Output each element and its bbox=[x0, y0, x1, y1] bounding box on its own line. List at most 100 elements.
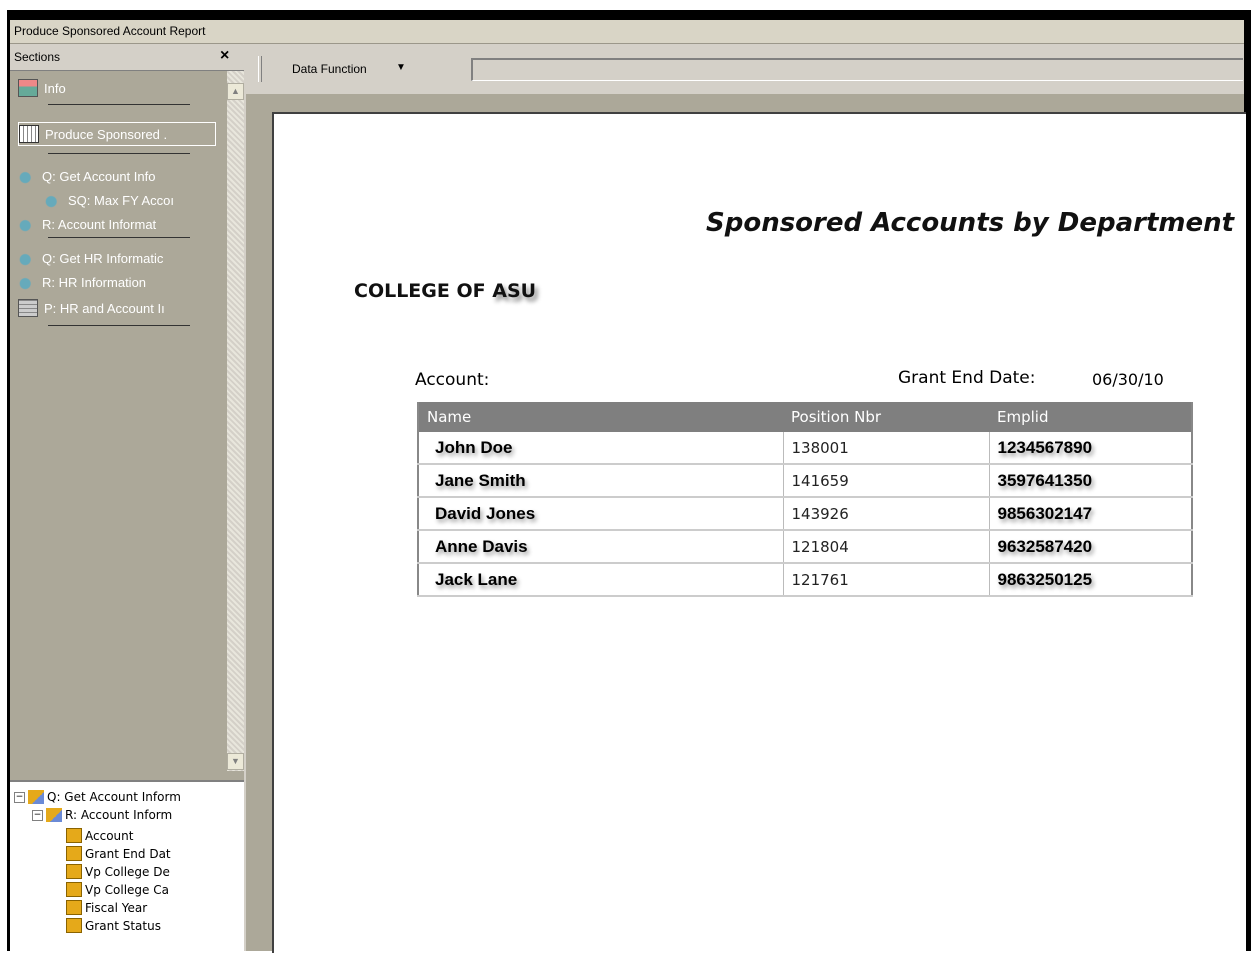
collapse-icon[interactable]: − bbox=[14, 791, 25, 803]
cell-emplid: 3597641350 bbox=[988, 464, 1192, 498]
section-item-get-account-info[interactable]: Q: Get Account Info bbox=[18, 165, 223, 187]
section-item-max-fy[interactable]: SQ: Max FY Accoı bbox=[44, 189, 224, 211]
section-item-info[interactable]: Info bbox=[18, 77, 223, 99]
data-function-input[interactable] bbox=[471, 58, 1243, 81]
column-header-name: Name bbox=[418, 402, 783, 432]
section-item-label: SQ: Max FY Accoı bbox=[68, 192, 174, 208]
section-item-label: R: HR Information bbox=[42, 274, 147, 290]
divider bbox=[48, 104, 190, 105]
column-icon bbox=[66, 882, 82, 897]
column-header-emplid: Emplid bbox=[989, 402, 1192, 432]
column-icon bbox=[66, 918, 82, 933]
section-item-label: Q: Get Account Info bbox=[42, 168, 156, 184]
tree-item-label: Grant End Dat bbox=[85, 846, 171, 861]
column-icon bbox=[66, 864, 82, 879]
subquery-icon bbox=[44, 192, 62, 208]
sections-panel: Sections × Info Produce Sponsored . Q: G… bbox=[10, 44, 246, 953]
tree-item-label: Q: Get Account Inform bbox=[47, 790, 181, 804]
report-title: Sponsored Accounts by Department bbox=[706, 208, 1235, 238]
sections-header: Sections × bbox=[10, 44, 244, 71]
cell-position: 143926 bbox=[782, 497, 989, 531]
table-row: Jane Smith 141659 3597641350 bbox=[418, 464, 1192, 498]
query-icon bbox=[18, 250, 36, 266]
cell-name: Jane Smith bbox=[418, 464, 783, 498]
info-icon bbox=[18, 79, 38, 97]
table-row: Jack Lane 121761 9863250125 bbox=[418, 563, 1192, 597]
sections-header-label: Sections bbox=[14, 50, 61, 64]
cell-position: 121761 bbox=[782, 563, 989, 597]
college-label: COLLEGE OF bbox=[354, 280, 486, 302]
section-item-label: R: Account Informat bbox=[42, 216, 157, 232]
report-icon bbox=[19, 125, 39, 143]
college-heading: COLLEGE OF ASU bbox=[354, 280, 536, 302]
cell-emplid: 9632587420 bbox=[988, 530, 1192, 564]
results-icon bbox=[18, 216, 36, 232]
report-canvas: Sponsored Accounts by Department COLLEGE… bbox=[246, 94, 1246, 953]
cell-position: 141659 bbox=[782, 464, 989, 498]
report-page: Sponsored Accounts by Department COLLEGE… bbox=[272, 112, 1246, 953]
divider bbox=[48, 153, 190, 154]
cell-name: Anne Davis bbox=[418, 530, 783, 564]
section-item-hr-information[interactable]: R: HR Information bbox=[18, 271, 223, 293]
section-item-get-hr-info[interactable]: Q: Get HR Informatic bbox=[18, 247, 223, 269]
cell-position: 138001 bbox=[782, 432, 989, 465]
tree-item-query[interactable]: − Q: Get Account Inform bbox=[14, 790, 181, 804]
tree-item-results[interactable]: − R: Account Inform bbox=[32, 808, 172, 822]
tree-item-label: Account bbox=[85, 828, 134, 843]
tree-panel: − Q: Get Account Inform − R: Account Inf… bbox=[10, 780, 244, 953]
results-icon bbox=[18, 274, 36, 290]
column-header-position: Position Nbr bbox=[783, 402, 989, 432]
section-item-hr-and-account[interactable]: P: HR and Account Iı bbox=[18, 297, 223, 319]
tree-item-label: Grant Status bbox=[85, 918, 161, 933]
table-header-row: Name Position Nbr Emplid bbox=[418, 402, 1192, 432]
results-folder-icon bbox=[46, 808, 62, 822]
cell-emplid: 1234567890 bbox=[988, 432, 1192, 465]
section-item-label: Produce Sponsored . bbox=[45, 126, 168, 142]
grant-end-value: 06/30/10 bbox=[1092, 370, 1164, 389]
data-function-menu[interactable]: Data Function bbox=[292, 62, 367, 76]
tree-item-label: Vp College Ca bbox=[85, 882, 169, 897]
cell-position: 121804 bbox=[782, 530, 989, 564]
section-item-label: P: HR and Account Iı bbox=[44, 300, 165, 316]
tree-item-account[interactable]: Account bbox=[66, 828, 133, 843]
divider bbox=[48, 237, 190, 238]
cell-name: Jack Lane bbox=[418, 563, 783, 597]
query-folder-icon bbox=[28, 790, 44, 804]
tree-item-vp-college-ca[interactable]: Vp College Ca bbox=[66, 882, 169, 897]
tree-item-fiscal-year[interactable]: Fiscal Year bbox=[66, 900, 147, 915]
column-icon bbox=[66, 828, 82, 843]
chevron-down-icon[interactable]: ▼ bbox=[396, 62, 406, 73]
scroll-down-icon[interactable]: ▼ bbox=[227, 753, 244, 770]
sections-scrollbar[interactable]: ▲ ▼ bbox=[227, 71, 244, 771]
section-item-produce-sponsored[interactable]: Produce Sponsored . bbox=[18, 122, 216, 146]
tree-item-vp-college-de[interactable]: Vp College De bbox=[66, 864, 170, 879]
column-icon bbox=[66, 900, 82, 915]
window-titlebar: Produce Sponsored Account Report bbox=[10, 20, 1244, 44]
table-row: David Jones 143926 9856302147 bbox=[418, 497, 1192, 531]
section-item-account-information[interactable]: R: Account Informat bbox=[18, 213, 223, 235]
toolbar: Data Function ▼ bbox=[246, 44, 1244, 94]
table-row: John Doe 138001 1234567890 bbox=[418, 432, 1192, 465]
section-item-label: Info bbox=[44, 80, 66, 96]
tree-item-label: Fiscal Year bbox=[85, 900, 148, 915]
scroll-up-icon[interactable]: ▲ bbox=[227, 83, 244, 100]
collapse-icon[interactable]: − bbox=[32, 809, 43, 821]
account-label: Account: bbox=[415, 370, 490, 390]
section-item-label: Q: Get HR Informatic bbox=[42, 250, 164, 266]
tree-item-grant-status[interactable]: Grant Status bbox=[66, 918, 161, 933]
cell-name: David Jones bbox=[418, 497, 783, 531]
tree-item-grant-end-date[interactable]: Grant End Dat bbox=[66, 846, 171, 861]
close-icon[interactable]: × bbox=[220, 47, 229, 65]
sections-list: Info Produce Sponsored . Q: Get Account … bbox=[10, 71, 227, 771]
tree-item-label: Vp College De bbox=[85, 864, 170, 879]
cell-name: John Doe bbox=[418, 432, 783, 465]
toolbar-grip[interactable] bbox=[258, 56, 262, 82]
tree-item-label: R: Account Inform bbox=[65, 808, 173, 822]
cell-emplid: 9856302147 bbox=[988, 497, 1192, 531]
grant-end-label: Grant End Date: bbox=[898, 368, 1036, 388]
cell-emplid: 9863250125 bbox=[988, 563, 1192, 597]
query-icon bbox=[18, 168, 36, 184]
window-title: Produce Sponsored Account Report bbox=[14, 24, 206, 38]
report-table: Name Position Nbr Emplid John Doe 138001… bbox=[417, 402, 1193, 597]
college-name: ASU bbox=[492, 280, 537, 302]
